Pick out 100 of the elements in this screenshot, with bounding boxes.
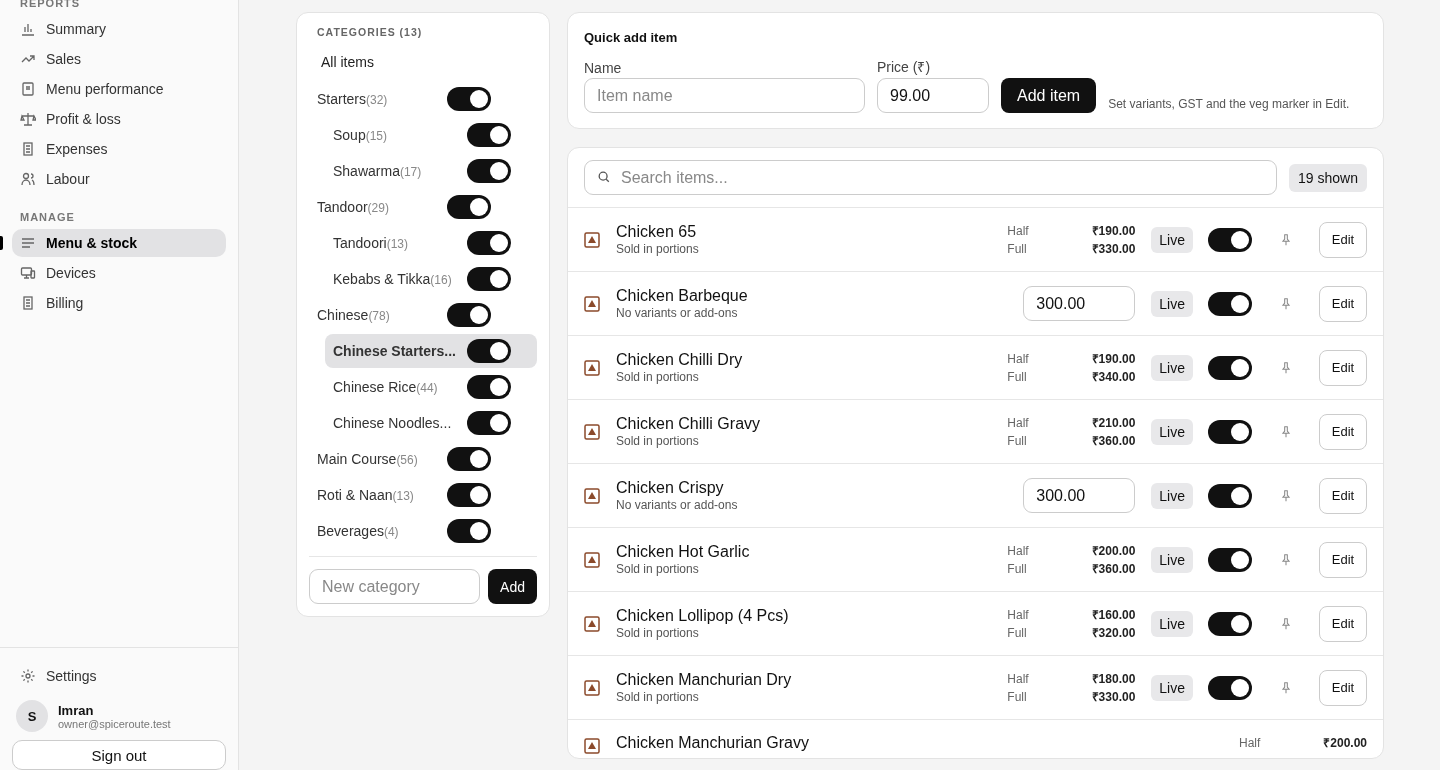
doc-icon — [20, 81, 36, 97]
search-field[interactable]: Search items... — [584, 160, 1278, 195]
toggle-switch[interactable] — [447, 447, 491, 471]
devices-icon — [20, 265, 36, 281]
variant-price: ₹210.00 — [1091, 414, 1136, 432]
panel-title: CATEGORIES (13) — [316, 25, 424, 40]
nav-item[interactable]: Menu performance — [12, 75, 226, 103]
triangle-marker-icon — [584, 738, 600, 754]
category-name: Chinese Starters... — [333, 343, 457, 359]
toggle-switch[interactable] — [467, 375, 511, 399]
sign-out-button[interactable]: Sign out — [12, 740, 226, 770]
category-item[interactable]: Starters(32) — [309, 82, 537, 116]
pin-icon[interactable] — [1279, 680, 1293, 695]
toggle-switch[interactable] — [1208, 355, 1252, 380]
pin-icon[interactable] — [1279, 552, 1293, 567]
toggle-switch[interactable] — [1208, 419, 1252, 444]
category-item[interactable]: Shawarma(17) — [325, 154, 537, 188]
category-item[interactable]: Chinese Noodles... — [325, 406, 537, 440]
toggle-switch[interactable] — [1208, 227, 1252, 252]
toggle-switch[interactable] — [467, 339, 511, 363]
nav-item[interactable]: Labour — [12, 165, 226, 193]
variant-price: ₹320.00 — [1091, 624, 1136, 642]
variant-label: Full — [1007, 432, 1027, 450]
price-field[interactable]: 99.00 — [877, 78, 989, 113]
pin-icon[interactable] — [1279, 488, 1293, 503]
toggle-switch[interactable] — [447, 195, 491, 219]
pin-icon[interactable] — [1279, 296, 1293, 311]
pin-icon[interactable] — [1279, 232, 1293, 247]
pin-icon[interactable] — [1279, 616, 1293, 631]
item-name-field[interactable]: Item name — [584, 78, 865, 113]
avatar: S — [16, 700, 48, 732]
category-item[interactable]: Tandoor(29) — [309, 190, 537, 224]
edit-button[interactable]: Edit — [1319, 669, 1367, 706]
new-category-field[interactable]: New category — [309, 569, 481, 604]
pin-icon[interactable] — [1279, 360, 1293, 375]
nav-item[interactable]: Billing — [12, 289, 226, 317]
toggle-switch[interactable] — [1208, 483, 1252, 508]
category-name: Roti & Naan(13) — [317, 487, 415, 503]
toggle-switch[interactable] — [467, 123, 511, 147]
toggle-switch[interactable] — [447, 483, 491, 507]
variant-label: Half — [1007, 542, 1029, 560]
toggle-switch[interactable] — [467, 159, 511, 183]
toggle-switch[interactable] — [1208, 547, 1252, 572]
category-item[interactable]: Main Course(56) — [309, 442, 537, 476]
edit-button[interactable]: Edit — [1319, 285, 1367, 322]
toggle-switch[interactable] — [447, 519, 491, 543]
category-name: Tandoori(13) — [333, 235, 410, 251]
user-email: owner@spiceroute.test — [58, 717, 171, 730]
nav-item[interactable]: Menu & stock — [12, 229, 226, 257]
triangle-marker-icon — [584, 359, 600, 376]
nav-section-heading: MANAGE — [19, 210, 76, 225]
edit-button[interactable]: Edit — [1319, 349, 1367, 386]
category-item[interactable]: Chinese Rice(44) — [325, 370, 537, 404]
nav-item[interactable]: Devices — [12, 259, 226, 287]
variant-label: Full — [1007, 624, 1027, 642]
category-item[interactable]: Soup(15) — [325, 118, 537, 152]
variant-label: Half — [1007, 222, 1029, 240]
triangle-marker-icon — [584, 679, 600, 696]
nav-section-heading: REPORTS — [19, 0, 82, 11]
triangle-marker-icon — [584, 231, 600, 248]
triangle-marker-icon — [584, 487, 600, 504]
variant-price: ₹200.00 — [1091, 542, 1136, 560]
add-button[interactable]: Add — [488, 569, 537, 604]
toggle-switch[interactable] — [447, 303, 491, 327]
edit-button[interactable]: Edit — [1319, 477, 1367, 514]
price-field[interactable]: 300.00 — [1023, 286, 1136, 321]
status-badge: Live — [1151, 290, 1193, 317]
nav-item[interactable]: Sales — [12, 45, 226, 73]
category-item[interactable]: Chinese Starters... — [325, 334, 537, 368]
nav-item[interactable]: Expenses — [12, 135, 226, 163]
toggle-switch[interactable] — [447, 87, 491, 111]
toggle-switch[interactable] — [467, 411, 511, 435]
price-field[interactable]: 300.00 — [1023, 478, 1136, 513]
hint-text: Set variants, GST and the veg marker in Edit. — [1108, 97, 1350, 111]
edit-button[interactable]: Edit — [1319, 605, 1367, 642]
toggle-switch[interactable] — [467, 231, 511, 255]
pin-icon[interactable] — [1279, 424, 1293, 439]
edit-button[interactable]: Edit — [1319, 541, 1367, 578]
toggle-switch[interactable] — [1208, 611, 1252, 636]
add-item-button[interactable]: Add item — [1001, 78, 1097, 113]
item-subtitle: Sold in portions — [616, 434, 700, 448]
category-name: Soup(15) — [333, 127, 389, 143]
toggle-switch[interactable] — [1208, 291, 1252, 316]
nav-item[interactable]: Summary — [12, 15, 226, 43]
category-name: Chinese Noodles... — [333, 415, 453, 431]
category-item[interactable]: Beverages(4) — [309, 514, 537, 548]
category-item[interactable]: Roti & Naan(13) — [309, 478, 537, 512]
status-badge: Live — [1151, 418, 1193, 445]
edit-button[interactable]: Edit — [1319, 221, 1367, 258]
settings-link[interactable]: Settings — [12, 662, 226, 690]
item-subtitle: Sold in portions — [616, 242, 700, 256]
nav-item[interactable]: Profit & loss — [12, 105, 226, 133]
toggle-switch[interactable] — [1208, 675, 1252, 700]
category-item[interactable]: Kebabs & Tikka(16) — [325, 262, 537, 296]
category-item[interactable]: All items — [309, 48, 537, 82]
toggle-switch[interactable] — [467, 267, 511, 291]
edit-button[interactable]: Edit — [1319, 413, 1367, 450]
category-item[interactable]: Chinese(78) — [309, 298, 537, 332]
category-item[interactable]: Tandoori(13) — [325, 226, 537, 260]
field-label: Name — [584, 60, 623, 76]
